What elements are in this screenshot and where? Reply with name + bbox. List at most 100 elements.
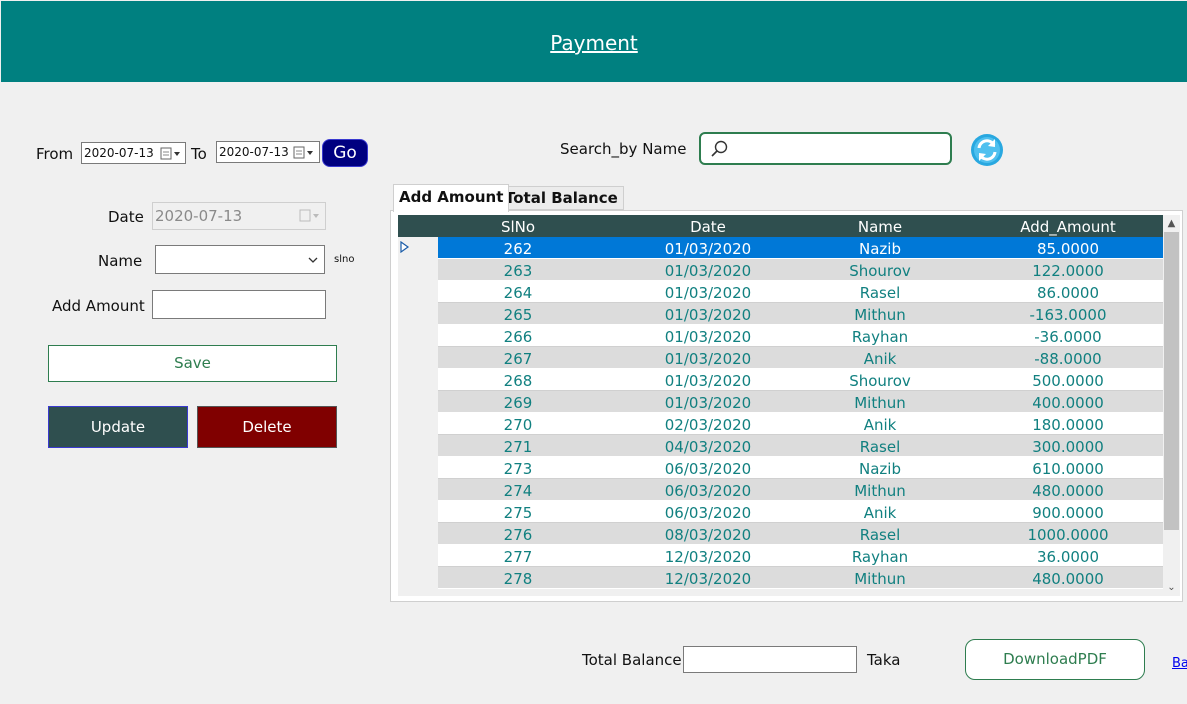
cell-date[interactable]: 06/03/2020 xyxy=(618,457,798,479)
cell-name[interactable]: Shourov xyxy=(820,259,940,281)
cell-add-amount[interactable]: 480.0000 xyxy=(978,479,1158,501)
cell-name[interactable]: Mithun xyxy=(820,391,940,413)
cell-name[interactable]: Rasel xyxy=(820,281,940,303)
cell-add-amount[interactable]: 500.0000 xyxy=(978,369,1158,391)
cell-date[interactable]: 08/03/2020 xyxy=(618,523,798,545)
add-amount-input[interactable] xyxy=(152,290,326,319)
cell-date[interactable]: 01/03/2020 xyxy=(618,281,798,303)
search-input[interactable] xyxy=(699,132,952,165)
cell-add-amount[interactable]: 36.0000 xyxy=(978,545,1158,567)
cell-name[interactable]: Shourov xyxy=(820,369,940,391)
cell-date[interactable]: 01/03/2020 xyxy=(618,369,798,391)
table-row[interactable]: 268 01/03/2020 Shourov 500.0000 xyxy=(438,369,1163,391)
table-row[interactable]: 274 06/03/2020 Mithun 480.0000 xyxy=(438,479,1163,501)
tab-total-balance[interactable]: Total Balance xyxy=(499,186,624,210)
cell-name[interactable]: Rayhan xyxy=(820,545,940,567)
cell-date[interactable]: 01/03/2020 xyxy=(618,347,798,369)
cell-date[interactable]: 12/03/2020 xyxy=(618,545,798,567)
cell-name[interactable]: Mithun xyxy=(820,567,940,589)
cell-name[interactable]: Anik xyxy=(820,347,940,369)
cell-slno[interactable]: 277 xyxy=(468,545,568,567)
cell-slno[interactable]: 268 xyxy=(468,369,568,391)
calendar-dropdown-icon[interactable] xyxy=(299,209,321,223)
column-header-slno[interactable]: SlNo xyxy=(468,215,568,237)
cell-add-amount[interactable]: 480.0000 xyxy=(978,567,1158,589)
cell-name[interactable]: Mithun xyxy=(820,303,940,325)
cell-name[interactable]: Nazib xyxy=(820,237,940,259)
table-row[interactable]: 263 01/03/2020 Shourov 122.0000 xyxy=(438,259,1163,281)
cell-name[interactable]: Rasel xyxy=(820,523,940,545)
table-row[interactable]: 276 08/03/2020 Rasel 1000.0000 xyxy=(438,523,1163,545)
table-row[interactable]: 277 12/03/2020 Rayhan 36.0000 xyxy=(438,545,1163,567)
cell-slno[interactable]: 270 xyxy=(468,413,568,435)
cell-slno[interactable]: 274 xyxy=(468,479,568,501)
table-row[interactable]: 262 01/03/2020 Nazib 85.0000 xyxy=(438,237,1163,259)
cell-name[interactable]: Rayhan xyxy=(820,325,940,347)
from-date-picker[interactable]: 2020-07-13 xyxy=(81,142,186,164)
download-pdf-button[interactable]: DownloadPDF xyxy=(965,639,1145,680)
table-row[interactable]: 278 12/03/2020 Mithun 480.0000 xyxy=(438,567,1163,589)
column-header-add-amount[interactable]: Add_Amount xyxy=(978,215,1158,237)
cell-slno[interactable]: 271 xyxy=(468,435,568,457)
cell-date[interactable]: 01/03/2020 xyxy=(618,391,798,413)
cell-add-amount[interactable]: 1000.0000 xyxy=(978,523,1158,545)
cell-add-amount[interactable]: -163.0000 xyxy=(978,303,1158,325)
total-balance-input[interactable] xyxy=(683,646,857,673)
cell-date[interactable]: 02/03/2020 xyxy=(618,413,798,435)
cell-date[interactable]: 06/03/2020 xyxy=(618,479,798,501)
cell-name[interactable]: Mithun xyxy=(820,479,940,501)
cell-slno[interactable]: 265 xyxy=(468,303,568,325)
go-button[interactable]: Go xyxy=(322,139,368,167)
save-button[interactable]: Save xyxy=(48,345,337,382)
cell-name[interactable]: Anik xyxy=(820,501,940,523)
cell-slno[interactable]: 278 xyxy=(468,567,568,589)
table-row[interactable]: 266 01/03/2020 Rayhan -36.0000 xyxy=(438,325,1163,347)
cell-name[interactable]: Nazib xyxy=(820,457,940,479)
cell-slno[interactable]: 269 xyxy=(468,391,568,413)
cell-add-amount[interactable]: -88.0000 xyxy=(978,347,1158,369)
refresh-icon[interactable] xyxy=(970,133,1004,167)
table-row[interactable]: 269 01/03/2020 Mithun 400.0000 xyxy=(438,391,1163,413)
cell-slno[interactable]: 264 xyxy=(468,281,568,303)
column-header-name[interactable]: Name xyxy=(820,215,940,237)
scroll-up-icon[interactable]: ▲ xyxy=(1163,215,1180,232)
table-row[interactable]: 271 04/03/2020 Rasel 300.0000 xyxy=(438,435,1163,457)
cell-slno[interactable]: 273 xyxy=(468,457,568,479)
cell-add-amount[interactable]: 122.0000 xyxy=(978,259,1158,281)
grid-scrollbar[interactable]: ▲ ⌄ xyxy=(1163,215,1180,596)
cell-name[interactable]: Rasel xyxy=(820,435,940,457)
cell-name[interactable]: Anik xyxy=(820,413,940,435)
tab-add-amount[interactable]: Add Amount xyxy=(393,184,510,212)
cell-date[interactable]: 01/03/2020 xyxy=(618,325,798,347)
cell-date[interactable]: 01/03/2020 xyxy=(618,259,798,281)
scroll-thumb[interactable] xyxy=(1164,232,1179,530)
name-select[interactable] xyxy=(155,245,325,274)
cell-date[interactable]: 01/03/2020 xyxy=(618,237,798,259)
column-header-date[interactable]: Date xyxy=(618,215,798,237)
cell-date[interactable]: 01/03/2020 xyxy=(618,303,798,325)
calendar-dropdown-icon[interactable] xyxy=(160,147,182,161)
cell-add-amount[interactable]: 85.0000 xyxy=(978,237,1158,259)
cell-slno[interactable]: 267 xyxy=(468,347,568,369)
delete-button[interactable]: Delete xyxy=(197,406,337,448)
table-row[interactable]: 265 01/03/2020 Mithun -163.0000 xyxy=(438,303,1163,325)
table-row[interactable]: 275 06/03/2020 Anik 900.0000 xyxy=(438,501,1163,523)
scroll-down-icon[interactable]: ⌄ xyxy=(1163,579,1180,596)
cell-slno[interactable]: 275 xyxy=(468,501,568,523)
cell-date[interactable]: 06/03/2020 xyxy=(618,501,798,523)
cell-add-amount[interactable]: 400.0000 xyxy=(978,391,1158,413)
entry-date-picker[interactable]: 2020-07-13 xyxy=(152,202,326,230)
cell-add-amount[interactable]: 610.0000 xyxy=(978,457,1158,479)
cell-add-amount[interactable]: 300.0000 xyxy=(978,435,1158,457)
cell-slno[interactable]: 276 xyxy=(468,523,568,545)
table-row[interactable]: 267 01/03/2020 Anik -88.0000 xyxy=(438,347,1163,369)
back-link[interactable]: Ba xyxy=(1172,656,1187,671)
cell-add-amount[interactable]: -36.0000 xyxy=(978,325,1158,347)
table-row[interactable]: 264 01/03/2020 Rasel 86.0000 xyxy=(438,281,1163,303)
cell-slno[interactable]: 262 xyxy=(468,237,568,259)
cell-date[interactable]: 12/03/2020 xyxy=(618,567,798,589)
calendar-dropdown-icon[interactable] xyxy=(293,146,315,160)
cell-date[interactable]: 04/03/2020 xyxy=(618,435,798,457)
table-row[interactable]: 273 06/03/2020 Nazib 610.0000 xyxy=(438,457,1163,479)
table-row[interactable]: 270 02/03/2020 Anik 180.0000 xyxy=(438,413,1163,435)
